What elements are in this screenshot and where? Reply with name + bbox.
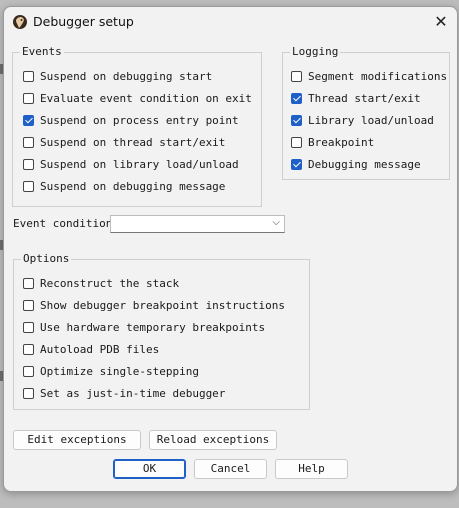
options-group-title: Options <box>21 252 72 265</box>
checkbox-label: Suspend on library load/unload <box>40 157 239 171</box>
checkbox-icon[interactable] <box>23 277 34 289</box>
checkbox-label: Breakpoint <box>308 135 375 149</box>
checkbox-label: Thread start/exit <box>308 91 421 105</box>
checkbox-label: Reconstruct the stack <box>40 276 180 290</box>
checkbox-label: Debugging message <box>308 157 421 171</box>
event-condition-select[interactable]: ⌵ <box>110 215 285 233</box>
checkbox-label: Suspend on thread start/exit <box>40 135 226 149</box>
logging-item-breakpoint[interactable]: Breakpoint <box>291 134 374 150</box>
logging-item-debugging-message[interactable]: Debugging message <box>291 156 421 172</box>
checkbox-label: Optimize single-stepping <box>40 364 199 378</box>
events-item-evaluate-event-condition[interactable]: Evaluate event condition on exit <box>23 90 252 106</box>
logging-item-thread-start-exit[interactable]: Thread start/exit <box>291 90 421 106</box>
events-item-suspend-on-debugging-start[interactable]: Suspend on debugging start <box>23 68 212 84</box>
app-icon <box>12 14 28 30</box>
events-item-suspend-on-debugging-message[interactable]: Suspend on debugging message <box>23 178 225 194</box>
checkbox-icon[interactable] <box>23 114 34 126</box>
edit-exceptions-button[interactable]: Edit exceptions <box>13 430 141 450</box>
checkbox-label: Suspend on debugging message <box>40 179 226 193</box>
cancel-button[interactable]: Cancel <box>194 459 267 479</box>
title-bar: Debugger setup ✕ <box>4 7 457 37</box>
checkbox-icon[interactable] <box>23 321 34 333</box>
checkbox-icon[interactable] <box>23 70 34 82</box>
chevron-down-icon[interactable]: ⌵ <box>272 217 280 228</box>
logging-item-library-load-unload[interactable]: Library load/unload <box>291 112 434 128</box>
checkbox-label: Suspend on debugging start <box>40 69 213 83</box>
options-item-optimize-single-stepping[interactable]: Optimize single-stepping <box>23 363 199 379</box>
debugger-setup-dialog: Debugger setup ✕ Events Suspend on debug… <box>3 6 458 492</box>
checkbox-icon[interactable] <box>23 299 34 311</box>
events-item-suspend-on-process-entry[interactable]: Suspend on process entry point <box>23 112 239 128</box>
checkbox-icon[interactable] <box>291 158 302 170</box>
checkbox-label: Suspend on process entry point <box>40 113 239 127</box>
checkbox-label: Evaluate event condition on exit <box>40 91 252 105</box>
checkbox-icon[interactable] <box>291 92 302 104</box>
ok-button[interactable]: OK <box>113 459 186 479</box>
checkbox-label: Library load/unload <box>308 113 434 127</box>
checkbox-label: Set as just-in-time debugger <box>40 386 226 400</box>
checkbox-icon[interactable] <box>291 136 302 148</box>
checkbox-label: Show debugger breakpoint instructions <box>40 298 286 312</box>
checkbox-icon[interactable] <box>291 114 302 126</box>
window-title: Debugger setup <box>33 14 134 29</box>
checkbox-label: Segment modifications <box>308 69 448 83</box>
options-item-show-breakpoint-instructions[interactable]: Show debugger breakpoint instructions <box>23 297 285 313</box>
options-item-just-in-time-debugger[interactable]: Set as just-in-time debugger <box>23 385 225 401</box>
events-item-suspend-on-library-load[interactable]: Suspend on library load/unload <box>23 156 239 172</box>
logging-item-segment-modifications[interactable]: Segment modifications <box>291 68 447 84</box>
checkbox-label: Autoload PDB files <box>40 342 160 356</box>
checkbox-icon[interactable] <box>23 136 34 148</box>
checkbox-icon[interactable] <box>23 365 34 377</box>
event-condition-label: Event condition <box>13 217 113 230</box>
options-item-hardware-temporary-breakpoints[interactable]: Use hardware temporary breakpoints <box>23 319 265 335</box>
checkbox-icon[interactable] <box>23 387 34 399</box>
checkbox-icon[interactable] <box>291 70 302 82</box>
options-item-autoload-pdb[interactable]: Autoload PDB files <box>23 341 159 357</box>
logging-group-title: Logging <box>290 45 341 58</box>
options-item-reconstruct-stack[interactable]: Reconstruct the stack <box>23 275 179 291</box>
events-group-title: Events <box>20 45 64 58</box>
events-item-suspend-on-thread-start-exit[interactable]: Suspend on thread start/exit <box>23 134 225 150</box>
checkbox-icon[interactable] <box>23 180 34 192</box>
checkbox-icon[interactable] <box>23 158 34 170</box>
help-button[interactable]: Help <box>275 459 348 479</box>
checkbox-icon[interactable] <box>23 92 34 104</box>
reload-exceptions-button[interactable]: Reload exceptions <box>149 430 277 450</box>
close-icon[interactable]: ✕ <box>431 12 451 32</box>
checkbox-label: Use hardware temporary breakpoints <box>40 320 266 334</box>
checkbox-icon[interactable] <box>23 343 34 355</box>
